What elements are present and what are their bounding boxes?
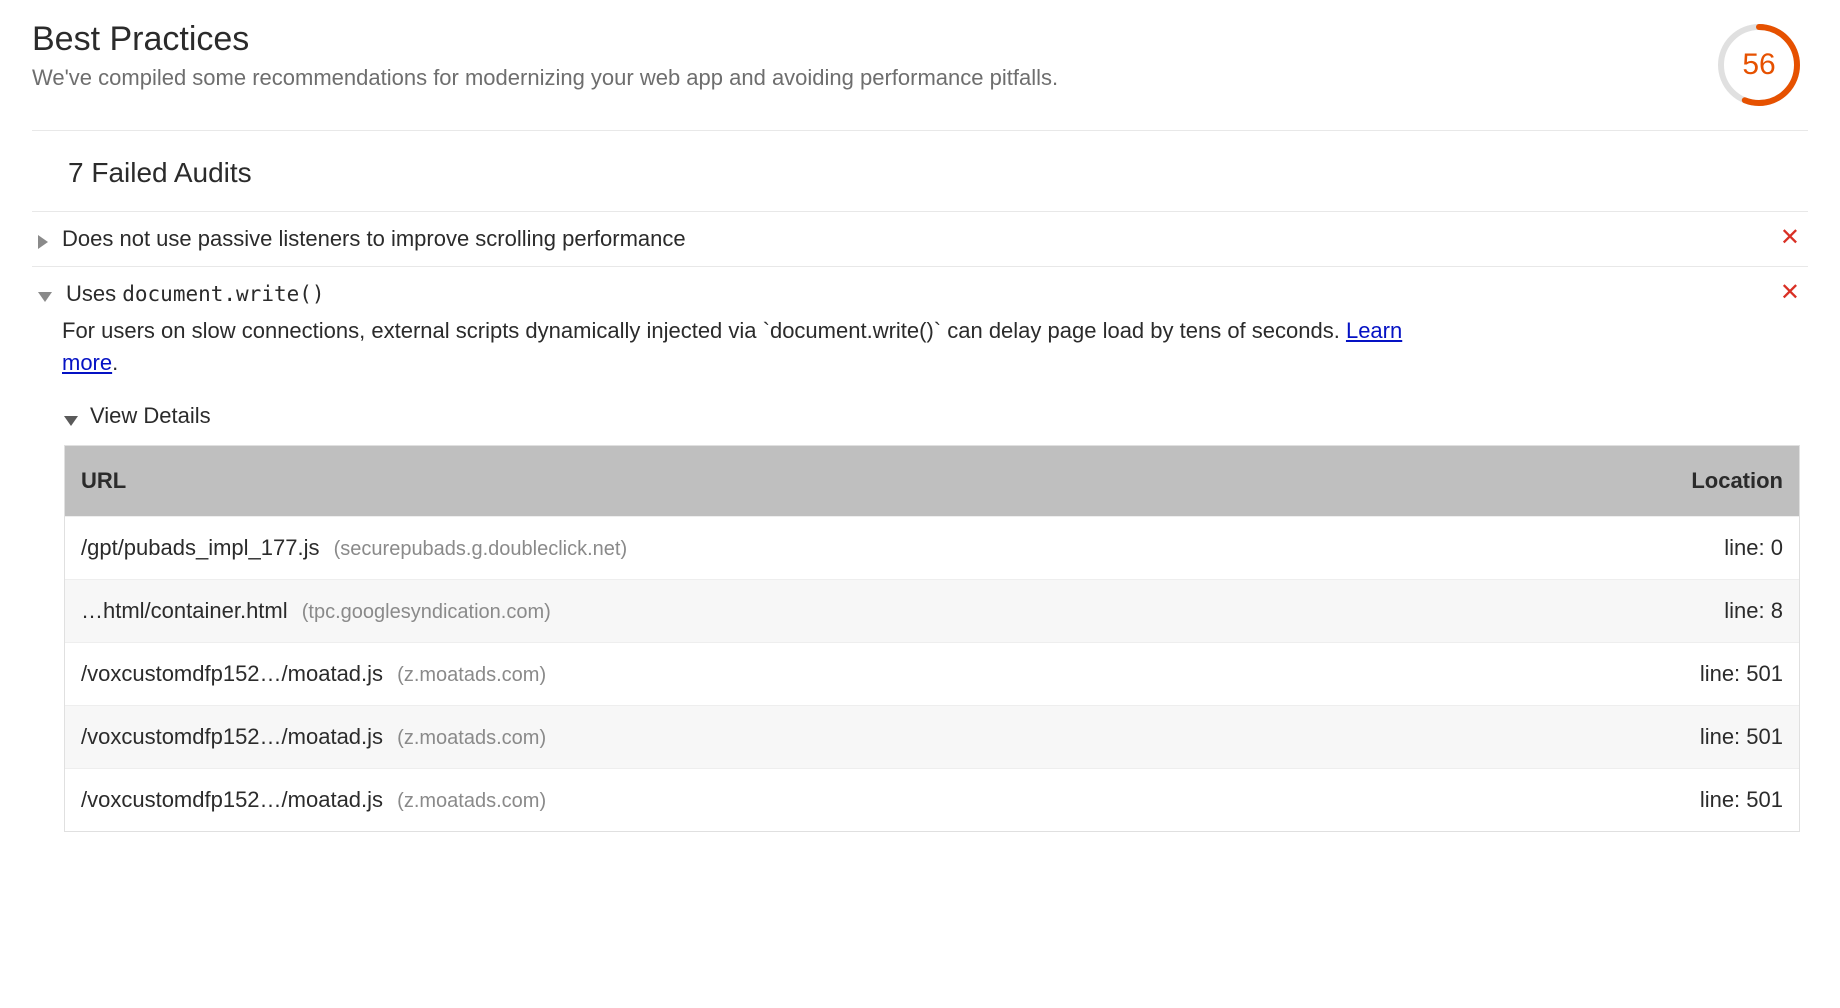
- details-table: URL Location /gpt/pubads_impl_177.js (se…: [64, 445, 1800, 832]
- audit-title: Does not use passive listeners to improv…: [62, 226, 1770, 252]
- audit-item: Uses document.write() ✕ For users on slo…: [32, 267, 1808, 846]
- chevron-down-icon: [38, 292, 52, 302]
- cell-location: line: 0: [1603, 535, 1783, 561]
- cell-location: line: 501: [1603, 661, 1783, 687]
- chevron-down-icon: [64, 416, 78, 426]
- cell-location: line: 501: [1603, 724, 1783, 750]
- audit-title-code: document.write(): [122, 282, 324, 306]
- cell-location: line: 501: [1603, 787, 1783, 813]
- panel-subtitle: We've compiled some recommendations for …: [32, 65, 1716, 91]
- url-path: /voxcustomdfp152…/moatad.js: [81, 661, 383, 686]
- cell-location: line: 8: [1603, 598, 1783, 624]
- col-header-location: Location: [1603, 468, 1783, 494]
- table-row: /voxcustomdfp152…/moatad.js (z.moatads.c…: [65, 642, 1799, 705]
- audit-toggle[interactable]: Does not use passive listeners to improv…: [32, 226, 1800, 252]
- table-row: …html/container.html (tpc.googlesyndicat…: [65, 579, 1799, 642]
- url-domain: (z.moatads.com): [397, 727, 546, 749]
- audit-desc-text: For users on slow connections, external …: [62, 318, 1346, 343]
- close-icon: ✕: [1780, 279, 1800, 306]
- table-row: /voxcustomdfp152…/moatad.js (z.moatads.c…: [65, 705, 1799, 768]
- view-details-label: View Details: [90, 403, 211, 429]
- close-icon: ✕: [1780, 224, 1800, 251]
- score-value: 56: [1716, 22, 1802, 108]
- failed-audits-heading: 7 Failed Audits: [32, 131, 1808, 212]
- table-header-row: URL Location: [65, 446, 1799, 516]
- url-domain: (securepubads.g.doubleclick.net): [334, 538, 628, 560]
- panel-title: Best Practices: [32, 20, 1716, 59]
- view-details-toggle[interactable]: View Details: [64, 403, 1800, 429]
- audit-toggle[interactable]: Uses document.write() ✕: [32, 281, 1800, 307]
- cell-url: /gpt/pubads_impl_177.js (securepubads.g.…: [81, 535, 1603, 561]
- table-row: /voxcustomdfp152…/moatad.js (z.moatads.c…: [65, 768, 1799, 831]
- url-path: /voxcustomdfp152…/moatad.js: [81, 787, 383, 812]
- audit-title: Uses document.write(): [66, 281, 1770, 307]
- audit-panel: Best Practices We've compiled some recom…: [0, 0, 1840, 846]
- chevron-right-icon: [38, 235, 48, 249]
- audit-status-fail: ✕: [1770, 281, 1800, 306]
- audit-item: Does not use passive listeners to improv…: [32, 212, 1808, 267]
- panel-header: Best Practices We've compiled some recom…: [32, 20, 1808, 131]
- cell-url: /voxcustomdfp152…/moatad.js (z.moatads.c…: [81, 787, 1603, 813]
- col-header-url: URL: [81, 468, 1603, 494]
- url-domain: (tpc.googlesyndication.com): [302, 601, 551, 623]
- url-path: /voxcustomdfp152…/moatad.js: [81, 724, 383, 749]
- url-domain: (z.moatads.com): [397, 790, 546, 812]
- table-row: /gpt/pubads_impl_177.js (securepubads.g.…: [65, 516, 1799, 579]
- audit-description: For users on slow connections, external …: [62, 315, 1422, 379]
- cell-url: …html/container.html (tpc.googlesyndicat…: [81, 598, 1603, 624]
- cell-url: /voxcustomdfp152…/moatad.js (z.moatads.c…: [81, 724, 1603, 750]
- url-path: /gpt/pubads_impl_177.js: [81, 535, 320, 560]
- header-text: Best Practices We've compiled some recom…: [32, 20, 1716, 91]
- score-gauge: 56: [1716, 22, 1802, 108]
- cell-url: /voxcustomdfp152…/moatad.js (z.moatads.c…: [81, 661, 1603, 687]
- url-domain: (z.moatads.com): [397, 664, 546, 686]
- url-path: …html/container.html: [81, 598, 288, 623]
- audit-title-text: Uses: [66, 281, 122, 306]
- audit-status-fail: ✕: [1770, 226, 1800, 251]
